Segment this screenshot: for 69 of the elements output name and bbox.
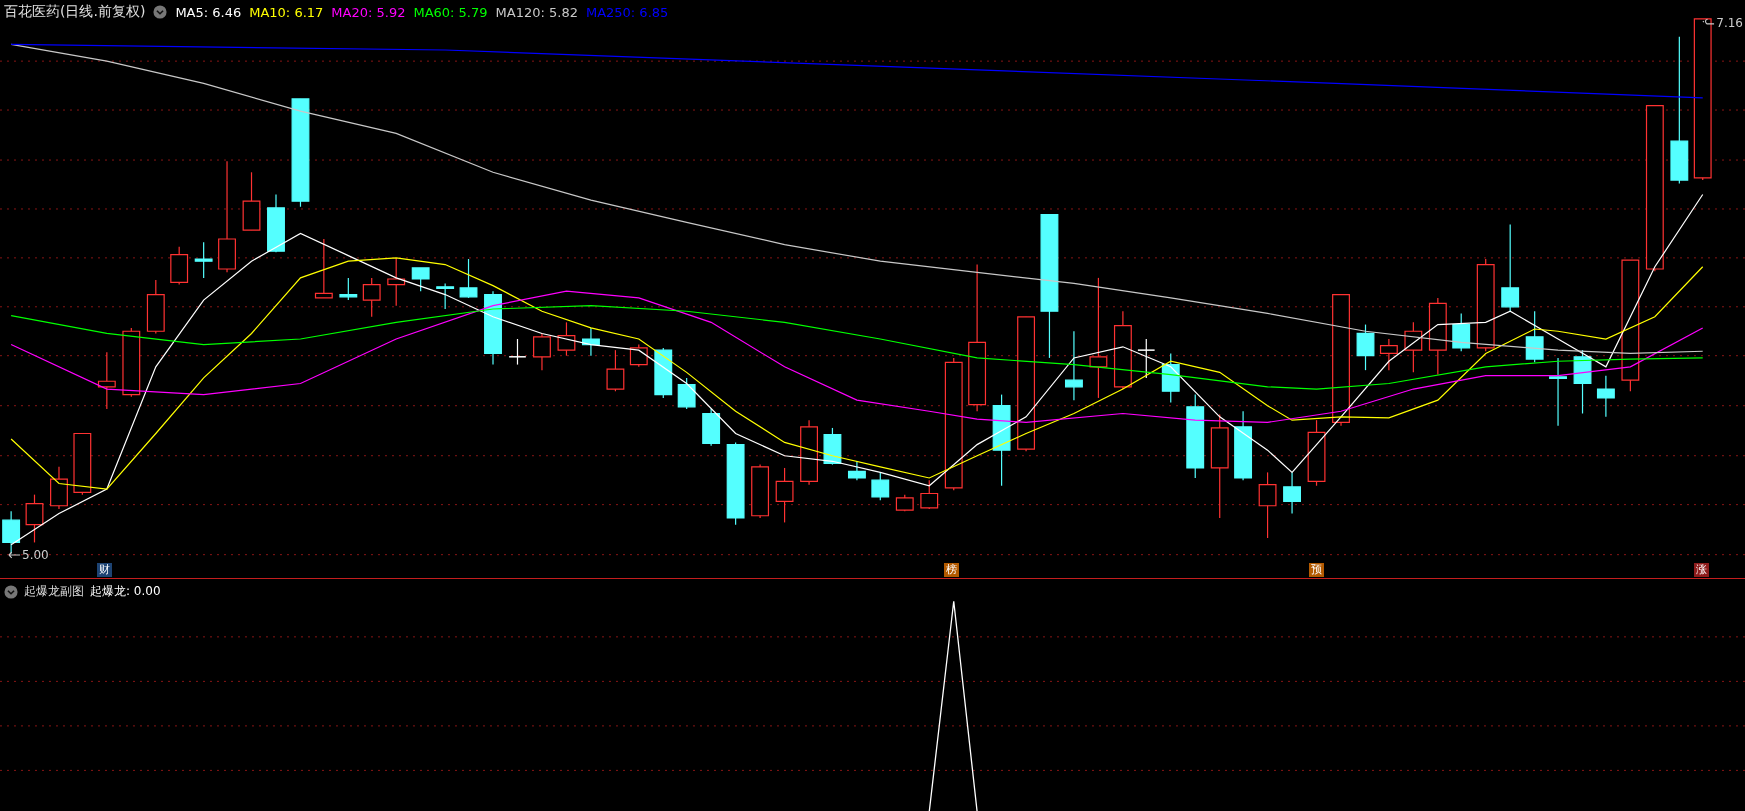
candlestick [1404, 321, 1423, 373]
moving-average-value: MA60: 5.79 [413, 4, 488, 20]
candlestick [751, 464, 770, 519]
candlestick [847, 460, 866, 481]
moving-average-value: MA10: 6.17 [249, 4, 324, 20]
candlestick [1234, 410, 1253, 481]
candlestick [1356, 323, 1375, 371]
arrow-icon [1702, 18, 1716, 28]
candlestick [1258, 471, 1277, 539]
candlestick [1283, 471, 1301, 515]
indicator-value: 起爆龙: 0.00 [90, 583, 161, 600]
dropdown-icon[interactable] [4, 584, 18, 599]
candlestick [702, 408, 721, 447]
candlestick [1307, 419, 1326, 487]
candlestick [314, 238, 333, 299]
candlestick [387, 257, 406, 307]
candlestick [823, 427, 842, 466]
candlestick [170, 246, 189, 286]
moving-average-value: MA5: 6.46 [175, 4, 242, 20]
moving-average-value: MA20: 5.92 [331, 4, 406, 20]
candlestick [73, 432, 92, 496]
low-price-label: 5.00 [22, 548, 49, 562]
candlestick [557, 321, 576, 357]
candlestick [895, 494, 914, 512]
candlestick [533, 332, 551, 371]
candlestick [194, 241, 213, 279]
candlestick [122, 327, 141, 398]
candlestick [50, 466, 68, 510]
event-marker[interactable]: 财 [96, 563, 112, 577]
candlestick [508, 338, 527, 366]
event-marker[interactable]: 预 [1308, 563, 1324, 577]
candlestick [871, 471, 890, 501]
candlestick [459, 258, 478, 299]
candlestick [339, 277, 358, 301]
candlestick [242, 171, 261, 231]
moving-average-value: MA120: 5.82 [495, 4, 578, 20]
candlestick [1137, 338, 1156, 379]
candlestick [1549, 357, 1567, 427]
candlestick [1573, 349, 1592, 415]
candlestick [97, 351, 116, 410]
candlestick [800, 419, 818, 486]
candlestick [1525, 310, 1544, 363]
moving-average-value: MA250: 6.85 [585, 4, 669, 20]
dropdown-icon[interactable] [153, 5, 168, 19]
candlestick [654, 347, 673, 399]
candlestick [775, 467, 794, 523]
sub-chart-title: 起爆龙副图 [24, 583, 84, 600]
candlestick [920, 479, 939, 510]
candlestick [1379, 338, 1398, 371]
candlestick [1452, 312, 1471, 352]
candlestick [1065, 330, 1083, 401]
chart-title: 百花医药(日线.前复权) [4, 3, 146, 21]
candlestick [267, 193, 285, 253]
candlestick [1161, 352, 1180, 403]
candlestick [1596, 375, 1615, 418]
candlestick [677, 377, 696, 410]
candlestick [146, 279, 165, 335]
candlestick [606, 349, 625, 392]
arrow-icon [8, 550, 21, 560]
candlestick [629, 343, 648, 368]
high-price-label: 7.16 [1716, 16, 1743, 30]
candlestick [411, 267, 430, 292]
candlestick [436, 282, 455, 310]
event-marker[interactable]: 涨 [1693, 563, 1709, 577]
candlestick [2, 510, 21, 555]
candlestick [25, 494, 44, 544]
event-marker[interactable]: 榜 [943, 563, 959, 577]
candlestick [362, 277, 381, 318]
candlestick [582, 327, 600, 357]
